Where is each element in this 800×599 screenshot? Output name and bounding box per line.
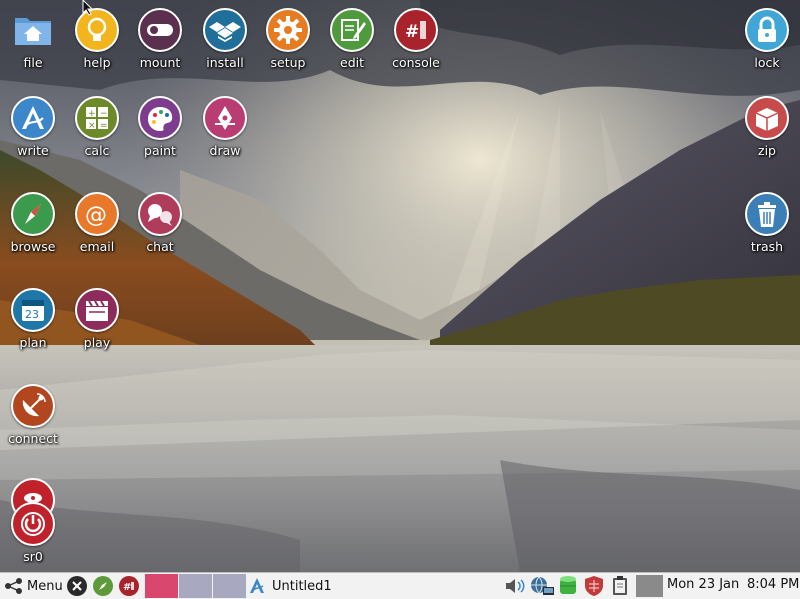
desktop-icon-chat[interactable]: chat bbox=[129, 184, 191, 266]
desktop-icon-play[interactable]: play bbox=[66, 280, 128, 362]
storage-button[interactable] bbox=[558, 573, 578, 599]
desktop-icon-write[interactable]: write bbox=[2, 88, 64, 170]
svg-text:×: × bbox=[88, 121, 96, 131]
quicklaunch-x[interactable] bbox=[67, 573, 87, 599]
desktop-icon-plan[interactable]: 23 plan bbox=[2, 280, 64, 362]
chat-bubbles-icon bbox=[138, 192, 182, 236]
volume-button[interactable] bbox=[504, 573, 526, 599]
task-title: Untitled1 bbox=[272, 578, 332, 594]
desktop-icon-trash[interactable]: trash bbox=[736, 184, 798, 266]
network-globe-icon bbox=[531, 576, 554, 595]
desktop-icon-draw[interactable]: draw bbox=[194, 88, 256, 170]
desktop-icon-edit[interactable]: edit bbox=[321, 0, 383, 82]
mouse-pointer-icon bbox=[82, 0, 94, 16]
folder-home-icon bbox=[11, 8, 55, 52]
clipboard-button[interactable] bbox=[610, 573, 630, 599]
package-box-icon bbox=[745, 96, 789, 140]
pencil-notepad-icon bbox=[330, 8, 374, 52]
quicklaunch-console[interactable]: # bbox=[119, 573, 139, 599]
task-button-untitled1[interactable]: Untitled1 bbox=[247, 573, 332, 599]
desktop-icon-file[interactable]: file bbox=[2, 0, 64, 82]
svg-text:23: 23 bbox=[25, 308, 39, 321]
workspace-2[interactable] bbox=[179, 574, 212, 598]
desktop-icon-lock[interactable]: lock bbox=[736, 0, 798, 82]
palette-icon bbox=[138, 96, 182, 140]
shield-icon bbox=[585, 576, 603, 596]
svg-text:#: # bbox=[405, 22, 419, 42]
gear-icon bbox=[266, 8, 310, 52]
taskbar: Menu # Untitled1 Mon 23 Jan 8:04 PM bbox=[0, 572, 800, 599]
trash-can-icon bbox=[745, 192, 789, 236]
firewall-button[interactable] bbox=[583, 573, 605, 599]
menu-label: Menu bbox=[27, 578, 63, 594]
draw-pen-icon bbox=[203, 96, 247, 140]
desktop-icon-console[interactable]: # console bbox=[385, 0, 447, 82]
svg-text:+: + bbox=[88, 109, 96, 119]
svg-text:#: # bbox=[123, 582, 131, 593]
desktop-icon-sr0[interactable]: sr0 bbox=[2, 470, 64, 570]
calculator-icon: + − × = bbox=[75, 96, 119, 140]
at-sign-icon: @ bbox=[75, 192, 119, 236]
desktop-icon-connect[interactable]: connect bbox=[2, 376, 64, 458]
desktop-icon-install[interactable]: install bbox=[194, 0, 256, 82]
menu-share-icon bbox=[5, 578, 22, 594]
calendar-icon: 23 bbox=[11, 288, 55, 332]
padlock-icon bbox=[745, 8, 789, 52]
clapperboard-icon bbox=[75, 288, 119, 332]
clock-time[interactable]: 8:04 PM bbox=[747, 577, 799, 592]
compass-icon bbox=[11, 192, 55, 236]
speaker-volume-icon bbox=[506, 579, 525, 593]
system-monitor-graph[interactable] bbox=[636, 575, 663, 597]
drive-cylinder-icon bbox=[560, 576, 576, 594]
satellite-dish-icon bbox=[11, 384, 55, 428]
desktop-icon-mount[interactable]: mount bbox=[129, 0, 191, 82]
desktop-icon-help[interactable]: help bbox=[66, 0, 128, 82]
terminal-hash-icon: # bbox=[119, 576, 139, 596]
writer-a-icon bbox=[11, 96, 55, 140]
dropbox-box-icon bbox=[203, 8, 247, 52]
desktop-icon-paint[interactable]: paint bbox=[129, 88, 191, 170]
power-disc-icon bbox=[11, 502, 55, 546]
quicklaunch-browser[interactable] bbox=[93, 573, 113, 599]
svg-text:@: @ bbox=[85, 203, 107, 228]
svg-text:−: − bbox=[100, 109, 108, 119]
clipboard-icon bbox=[613, 576, 627, 595]
workspace-3[interactable] bbox=[213, 574, 246, 598]
desktop-icon-setup[interactable]: setup bbox=[257, 0, 319, 82]
desktop-icon-zip[interactable]: zip bbox=[736, 88, 798, 170]
network-button[interactable] bbox=[529, 573, 555, 599]
desktop-icon-email[interactable]: @ email bbox=[66, 184, 128, 266]
terminal-hash-icon: # bbox=[394, 8, 438, 52]
menu-button[interactable]: Menu bbox=[3, 573, 63, 599]
compass-icon bbox=[93, 576, 113, 596]
desktop-icon-calc[interactable]: + − × = calc bbox=[66, 88, 128, 170]
clock-date[interactable]: Mon 23 Jan bbox=[667, 577, 739, 592]
svg-text:=: = bbox=[100, 121, 108, 131]
desktop-icon-browse[interactable]: browse bbox=[2, 184, 64, 266]
workspace-1[interactable] bbox=[145, 574, 178, 598]
writer-a-icon bbox=[250, 578, 264, 593]
toggle-switch-icon bbox=[138, 8, 182, 52]
x-close-icon bbox=[67, 576, 87, 596]
